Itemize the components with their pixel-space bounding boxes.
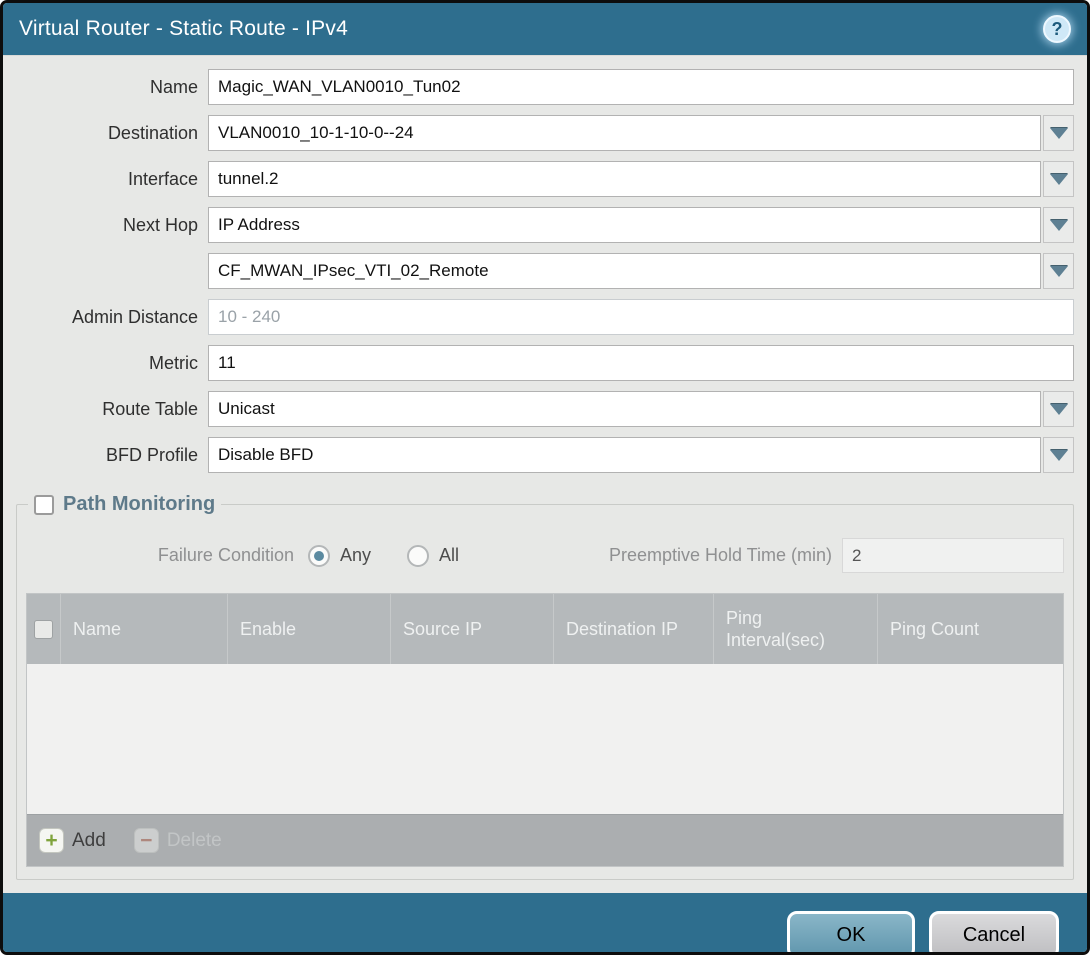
- interface-input[interactable]: [208, 161, 1041, 197]
- column-header-enable[interactable]: Enable: [228, 594, 391, 664]
- chevron-down-icon: [1050, 404, 1068, 415]
- delete-button[interactable]: − Delete: [134, 828, 222, 853]
- dialog-title: Virtual Router - Static Route - IPv4: [19, 17, 348, 41]
- form-row-next-hop-address: [16, 253, 1074, 289]
- column-header-ping-count[interactable]: Ping Count: [878, 594, 1063, 664]
- column-header-destination-ip[interactable]: Destination IP: [554, 594, 714, 664]
- bfd-profile-dropdown-button[interactable]: [1043, 437, 1074, 473]
- failure-condition-any-radio[interactable]: [308, 545, 330, 567]
- all-radio-label: All: [439, 545, 459, 566]
- ok-button[interactable]: OK: [787, 911, 915, 955]
- plus-icon: +: [39, 828, 64, 853]
- form-row-metric: Metric: [16, 345, 1074, 381]
- table-header-checkbox-cell: [27, 594, 61, 664]
- bfd-profile-input[interactable]: [208, 437, 1041, 473]
- chevron-down-icon: [1050, 174, 1068, 185]
- destination-dropdown-button[interactable]: [1043, 115, 1074, 151]
- column-header-source-ip[interactable]: Source IP: [391, 594, 554, 664]
- select-all-checkbox[interactable]: [34, 620, 53, 639]
- interface-dropdown-button[interactable]: [1043, 161, 1074, 197]
- route-table-label: Route Table: [16, 399, 208, 420]
- cancel-button[interactable]: Cancel: [929, 911, 1059, 955]
- name-input[interactable]: [208, 69, 1074, 105]
- metric-input[interactable]: [208, 345, 1074, 381]
- form-row-name: Name: [16, 69, 1074, 105]
- next-hop-label: Next Hop: [16, 215, 208, 236]
- chevron-down-icon: [1050, 128, 1068, 139]
- column-header-ping-interval[interactable]: Ping Interval(sec): [714, 594, 878, 664]
- form-row-interface: Interface: [16, 161, 1074, 197]
- table-body-empty: [27, 664, 1063, 814]
- preemptive-hold-time-input[interactable]: [842, 538, 1064, 573]
- preemptive-hold-time-label: Preemptive Hold Time (min): [495, 545, 842, 566]
- path-monitoring-table: Name Enable Source IP Destination IP Pin…: [26, 593, 1064, 867]
- chevron-down-icon: [1050, 450, 1068, 461]
- form-row-admin-distance: Admin Distance: [16, 299, 1074, 335]
- next-hop-type-input[interactable]: [208, 207, 1041, 243]
- table-header-row: Name Enable Source IP Destination IP Pin…: [27, 594, 1063, 664]
- path-monitoring-checkbox[interactable]: [34, 495, 54, 515]
- failure-condition-all-radio[interactable]: [407, 545, 429, 567]
- path-monitoring-section: Path Monitoring Failure Condition Any Al…: [16, 493, 1074, 880]
- dialog-footer: OK Cancel: [3, 893, 1087, 955]
- form-row-route-table: Route Table: [16, 391, 1074, 427]
- dialog-content: Name Destination Interface Next Hop: [3, 56, 1087, 880]
- destination-label: Destination: [16, 123, 208, 144]
- any-radio-label: Any: [340, 545, 371, 566]
- table-footer-toolbar: + Add − Delete: [27, 814, 1063, 866]
- path-monitoring-controls: Failure Condition Any All Preemptive Hol…: [26, 538, 1064, 573]
- help-icon[interactable]: ?: [1043, 15, 1071, 43]
- titlebar: Virtual Router - Static Route - IPv4 ?: [3, 3, 1087, 56]
- column-header-name[interactable]: Name: [61, 594, 228, 664]
- path-monitoring-title: Path Monitoring: [63, 493, 215, 516]
- next-hop-address-dropdown-button[interactable]: [1043, 253, 1074, 289]
- add-button-label: Add: [72, 830, 106, 852]
- interface-label: Interface: [16, 169, 208, 190]
- next-hop-dropdown-button[interactable]: [1043, 207, 1074, 243]
- chevron-down-icon: [1050, 220, 1068, 231]
- failure-condition-label: Failure Condition: [26, 545, 308, 566]
- admin-distance-label: Admin Distance: [16, 307, 208, 328]
- route-table-dropdown-button[interactable]: [1043, 391, 1074, 427]
- delete-button-label: Delete: [167, 830, 222, 852]
- add-button[interactable]: + Add: [39, 828, 106, 853]
- bfd-profile-label: BFD Profile: [16, 445, 208, 466]
- form-row-bfd-profile: BFD Profile: [16, 437, 1074, 473]
- destination-input[interactable]: [208, 115, 1041, 151]
- metric-label: Metric: [16, 353, 208, 374]
- chevron-down-icon: [1050, 266, 1068, 277]
- path-monitoring-legend: Path Monitoring: [28, 493, 221, 516]
- name-label: Name: [16, 77, 208, 98]
- route-table-input[interactable]: [208, 391, 1041, 427]
- minus-icon: −: [134, 828, 159, 853]
- static-route-dialog: Virtual Router - Static Route - IPv4 ? N…: [0, 0, 1090, 955]
- next-hop-address-input[interactable]: [208, 253, 1041, 289]
- admin-distance-input[interactable]: [208, 299, 1074, 335]
- form-row-next-hop: Next Hop: [16, 207, 1074, 243]
- form-row-destination: Destination: [16, 115, 1074, 151]
